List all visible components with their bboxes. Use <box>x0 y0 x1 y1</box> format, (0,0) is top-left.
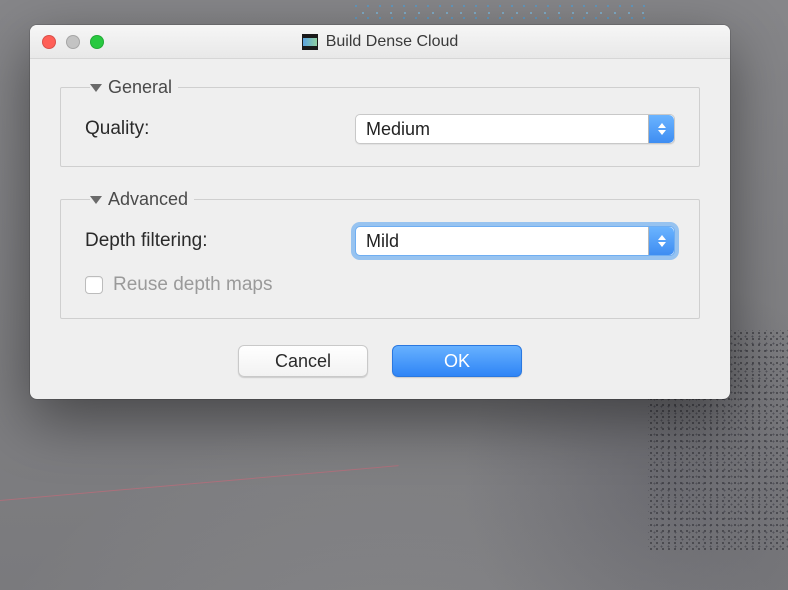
zoom-window-button[interactable] <box>90 35 104 49</box>
disclosure-triangle-icon <box>90 84 102 92</box>
titlebar: Build Dense Cloud <box>30 25 730 59</box>
select-stepper-icon <box>648 115 674 143</box>
window-controls <box>42 35 104 49</box>
depth-filtering-select[interactable]: Mild <box>355 226 675 256</box>
reuse-depth-maps-checkbox[interactable] <box>85 276 103 294</box>
general-section-label: General <box>108 77 172 98</box>
build-dense-cloud-dialog: Build Dense Cloud General Quality: Mediu… <box>30 25 730 399</box>
reuse-depth-maps-label: Reuse depth maps <box>113 274 273 296</box>
select-stepper-icon <box>648 227 674 255</box>
depth-filtering-select-value: Mild <box>366 231 399 252</box>
minimize-window-button <box>66 35 80 49</box>
quality-select-value: Medium <box>366 119 430 140</box>
close-window-button[interactable] <box>42 35 56 49</box>
disclosure-triangle-icon <box>90 196 102 204</box>
depth-filtering-label: Depth filtering: <box>85 230 208 252</box>
quality-label: Quality: <box>85 118 149 140</box>
general-fieldset: Quality: Medium <box>60 87 700 167</box>
advanced-section-header[interactable]: Advanced <box>90 189 194 210</box>
advanced-section-label: Advanced <box>108 189 188 210</box>
dialog-button-row: Cancel OK <box>60 345 700 377</box>
ok-button[interactable]: OK <box>392 345 522 377</box>
app-icon <box>302 34 318 50</box>
general-section-header[interactable]: General <box>90 77 178 98</box>
quality-select[interactable]: Medium <box>355 114 675 144</box>
advanced-fieldset: Depth filtering: Mild Reuse depth maps <box>60 199 700 319</box>
dialog-title: Build Dense Cloud <box>326 33 459 51</box>
dialog-title-container: Build Dense Cloud <box>30 33 730 51</box>
cancel-button[interactable]: Cancel <box>238 345 368 377</box>
